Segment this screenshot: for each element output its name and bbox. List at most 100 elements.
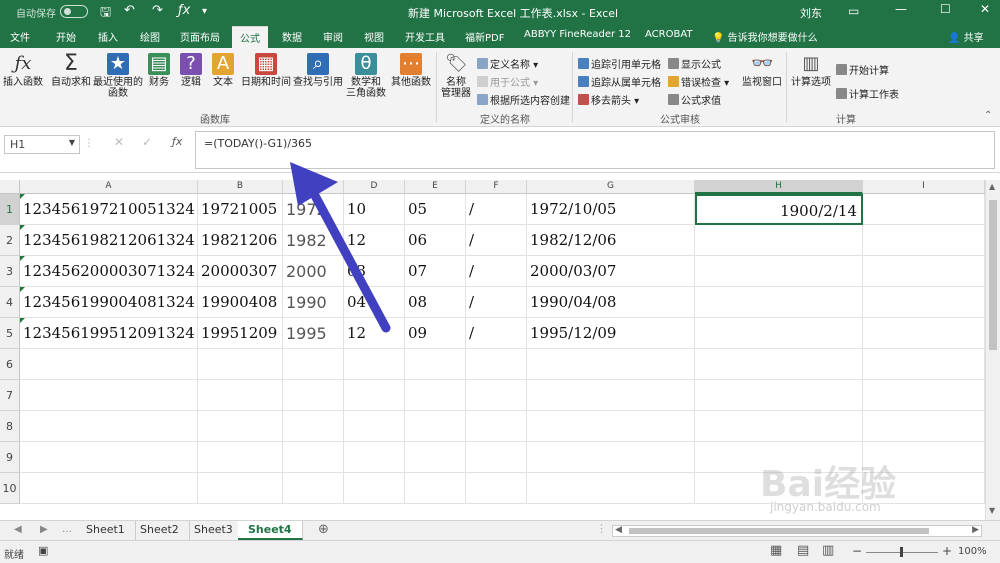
tab-review[interactable]: 审阅 bbox=[323, 29, 343, 44]
row-header-5[interactable]: 5 bbox=[0, 318, 20, 349]
customize-qat-icon[interactable]: ▾ bbox=[202, 6, 207, 17]
financial-button[interactable]: ▤ 财务 bbox=[146, 53, 172, 88]
autosave-toggle[interactable] bbox=[60, 5, 88, 18]
horizontal-scroll-thumb[interactable] bbox=[629, 528, 929, 534]
user-name[interactable]: 刘东 bbox=[800, 5, 822, 21]
use-in-formula-button[interactable]: 用于公式 ▾ bbox=[477, 74, 538, 89]
cell-c8[interactable] bbox=[283, 411, 344, 442]
cell-a3[interactable]: 123456200003071324 bbox=[20, 256, 198, 287]
page-break-view-icon[interactable]: ▥ bbox=[822, 543, 834, 558]
autosum-button[interactable]: Σ 自动求和 bbox=[50, 53, 92, 89]
cell-f8[interactable] bbox=[466, 411, 527, 442]
close-button[interactable]: ✕ bbox=[980, 2, 990, 16]
cell-f6[interactable] bbox=[466, 349, 527, 380]
calculate-now-button[interactable]: 开始计算 bbox=[836, 62, 889, 77]
cell-f9[interactable] bbox=[466, 442, 527, 473]
cell-g5[interactable]: 1995/12/09 bbox=[527, 318, 695, 349]
sheet-tab-4[interactable]: Sheet4 bbox=[238, 521, 303, 540]
column-header-g[interactable]: G bbox=[527, 180, 695, 194]
sheet-tab-1[interactable]: Sheet1 bbox=[76, 521, 136, 540]
cell-f1[interactable]: / bbox=[466, 194, 527, 225]
cell-e6[interactable] bbox=[405, 349, 466, 380]
cell-h3[interactable] bbox=[695, 256, 863, 287]
cell-i4[interactable] bbox=[863, 287, 985, 318]
fx-quick-icon[interactable]: ƒx bbox=[178, 3, 190, 18]
cell-g7[interactable] bbox=[527, 380, 695, 411]
restore-button[interactable]: ☐ bbox=[940, 2, 951, 16]
select-all-corner[interactable] bbox=[0, 180, 20, 194]
tab-formulas[interactable]: 公式 bbox=[232, 26, 268, 48]
sheet-tab-3[interactable]: Sheet3 bbox=[184, 521, 244, 540]
calculation-options-button[interactable]: ▥ 计算选项 bbox=[790, 53, 832, 88]
cell-i1[interactable] bbox=[863, 194, 985, 225]
name-manager-button[interactable]: 🏷 名称 管理器 bbox=[439, 53, 473, 99]
ribbon-display-icon[interactable]: ▭ bbox=[848, 4, 859, 18]
tab-data[interactable]: 数据 bbox=[282, 29, 302, 44]
chevron-down-icon[interactable]: ▼ bbox=[69, 138, 75, 147]
cell-h4[interactable] bbox=[695, 287, 863, 318]
column-header-f[interactable]: F bbox=[466, 180, 527, 194]
show-formulas-button[interactable]: 显示公式 bbox=[668, 56, 721, 71]
remove-arrows-button[interactable]: 移去箭头 ▾ bbox=[578, 92, 639, 107]
cell-h2[interactable] bbox=[695, 225, 863, 256]
trace-dependents-button[interactable]: 追踪从属单元格 bbox=[578, 74, 661, 89]
define-name-button[interactable]: 定义名称 ▾ bbox=[477, 56, 538, 71]
cell-c9[interactable] bbox=[283, 442, 344, 473]
redo-icon[interactable]: ↷ bbox=[152, 3, 163, 18]
cell-f5[interactable]: / bbox=[466, 318, 527, 349]
tab-draw[interactable]: 绘图 bbox=[140, 29, 160, 44]
tab-insert[interactable]: 插入 bbox=[98, 29, 118, 44]
cell-e7[interactable] bbox=[405, 380, 466, 411]
scroll-up-icon[interactable]: ▲ bbox=[989, 182, 995, 191]
insert-function-fx-icon[interactable]: ƒx bbox=[172, 135, 182, 148]
undo-icon[interactable]: ↶ bbox=[124, 3, 135, 18]
cell-g10[interactable] bbox=[527, 473, 695, 504]
zoom-in-icon[interactable]: + bbox=[942, 544, 952, 558]
cell-h6[interactable] bbox=[695, 349, 863, 380]
lookup-button[interactable]: ⌕ 查找与引用 bbox=[292, 53, 344, 88]
column-header-i[interactable]: I bbox=[863, 180, 985, 194]
cell-f3[interactable]: / bbox=[466, 256, 527, 287]
collapse-ribbon-icon[interactable]: ⌃ bbox=[984, 110, 992, 121]
horizontal-scrollbar[interactable]: ◀ ▶ bbox=[612, 525, 982, 537]
row-header-10[interactable]: 10 bbox=[0, 473, 20, 504]
column-header-h[interactable]: H bbox=[695, 180, 863, 194]
cell-a1[interactable]: 123456197210051324 bbox=[20, 194, 198, 225]
column-header-e[interactable]: E bbox=[405, 180, 466, 194]
cell-f7[interactable] bbox=[466, 380, 527, 411]
calculate-sheet-button[interactable]: 计算工作表 bbox=[836, 86, 899, 101]
cell-b7[interactable] bbox=[198, 380, 283, 411]
row-header-2[interactable]: 2 bbox=[0, 225, 20, 256]
normal-view-icon[interactable]: ▦ bbox=[770, 543, 782, 558]
cell-e8[interactable] bbox=[405, 411, 466, 442]
evaluate-formula-button[interactable]: 公式求值 bbox=[668, 92, 721, 107]
cell-g8[interactable] bbox=[527, 411, 695, 442]
cell-h5[interactable] bbox=[695, 318, 863, 349]
insert-function-button[interactable]: ƒx 插入函数 bbox=[3, 53, 43, 88]
datetime-button[interactable]: ▦ 日期和时间 bbox=[240, 53, 292, 88]
sheet-more-icon[interactable]: … bbox=[62, 524, 72, 535]
cell-b8[interactable] bbox=[198, 411, 283, 442]
cell-c7[interactable] bbox=[283, 380, 344, 411]
text-button[interactable]: A 文本 bbox=[210, 53, 236, 88]
error-checking-button[interactable]: 错误检查 ▾ bbox=[668, 74, 729, 89]
row-header-9[interactable]: 9 bbox=[0, 442, 20, 473]
cell-c10[interactable] bbox=[283, 473, 344, 504]
cell-a10[interactable] bbox=[20, 473, 198, 504]
cell-h7[interactable] bbox=[695, 380, 863, 411]
cell-a4[interactable]: 123456199004081324 bbox=[20, 287, 198, 318]
cell-d6[interactable] bbox=[344, 349, 405, 380]
sheet-tab-2[interactable]: Sheet2 bbox=[130, 521, 190, 540]
scroll-down-icon[interactable]: ▼ bbox=[989, 506, 995, 515]
cell-g4[interactable]: 1990/04/08 bbox=[527, 287, 695, 318]
cancel-icon[interactable]: ✕ bbox=[114, 135, 124, 149]
cell-e1[interactable]: 05 bbox=[405, 194, 466, 225]
cell-f4[interactable]: / bbox=[466, 287, 527, 318]
cell-d8[interactable] bbox=[344, 411, 405, 442]
cell-e4[interactable]: 08 bbox=[405, 287, 466, 318]
cell-b10[interactable] bbox=[198, 473, 283, 504]
cell-e10[interactable] bbox=[405, 473, 466, 504]
cell-g1[interactable]: 1972/10/05 bbox=[527, 194, 695, 225]
scroll-thumb[interactable] bbox=[989, 200, 997, 350]
cell-i6[interactable] bbox=[863, 349, 985, 380]
